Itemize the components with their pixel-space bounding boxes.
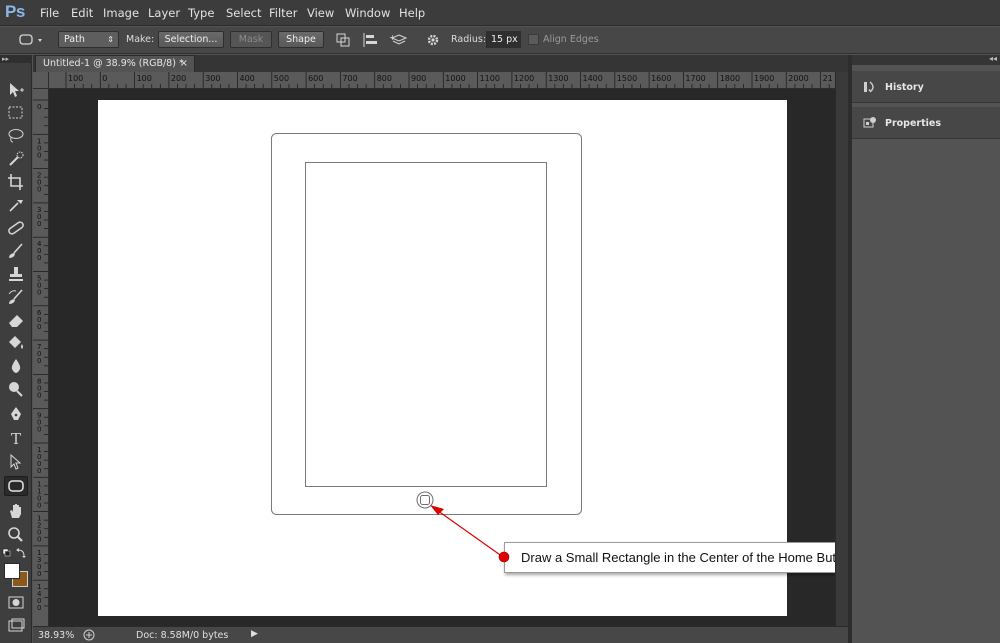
annotation-callout-text: Draw a Small Rectangle in the Center of … (521, 550, 855, 565)
vertical-scrollbar[interactable] (835, 72, 848, 626)
annotation-arrow-line (433, 507, 504, 558)
tablet-body-outline[interactable] (271, 133, 582, 515)
status-share-button[interactable] (83, 629, 95, 641)
document-size-info: Doc: 8.58M/0 bytes (136, 630, 229, 641)
right-panel-header: ◂◂ (852, 54, 1000, 65)
properties-panel-label: Properties (885, 118, 941, 129)
properties-icon (863, 117, 876, 128)
status-menu-arrow-icon[interactable]: ▶ (251, 629, 258, 639)
annotation-callout: Draw a Small Rectangle in the Center of … (504, 542, 891, 573)
annotation-dot (498, 551, 510, 563)
properties-panel-button[interactable]: Properties (852, 107, 1000, 139)
history-icon (864, 81, 874, 93)
status-globe-icon (83, 629, 95, 641)
home-button-inner-rectangle[interactable] (420, 495, 430, 505)
zoom-level[interactable]: 38.93% (38, 630, 74, 641)
history-panel-label: History (885, 82, 924, 93)
tablet-screen-outline[interactable] (305, 162, 547, 487)
history-panel-button[interactable]: History (852, 71, 1000, 103)
status-bar: 38.93% Doc: 8.58M/0 bytes ▶ (33, 626, 848, 643)
right-panel-area (852, 55, 1000, 643)
collapse-panels-icon[interactable]: ◂◂ (989, 54, 997, 63)
